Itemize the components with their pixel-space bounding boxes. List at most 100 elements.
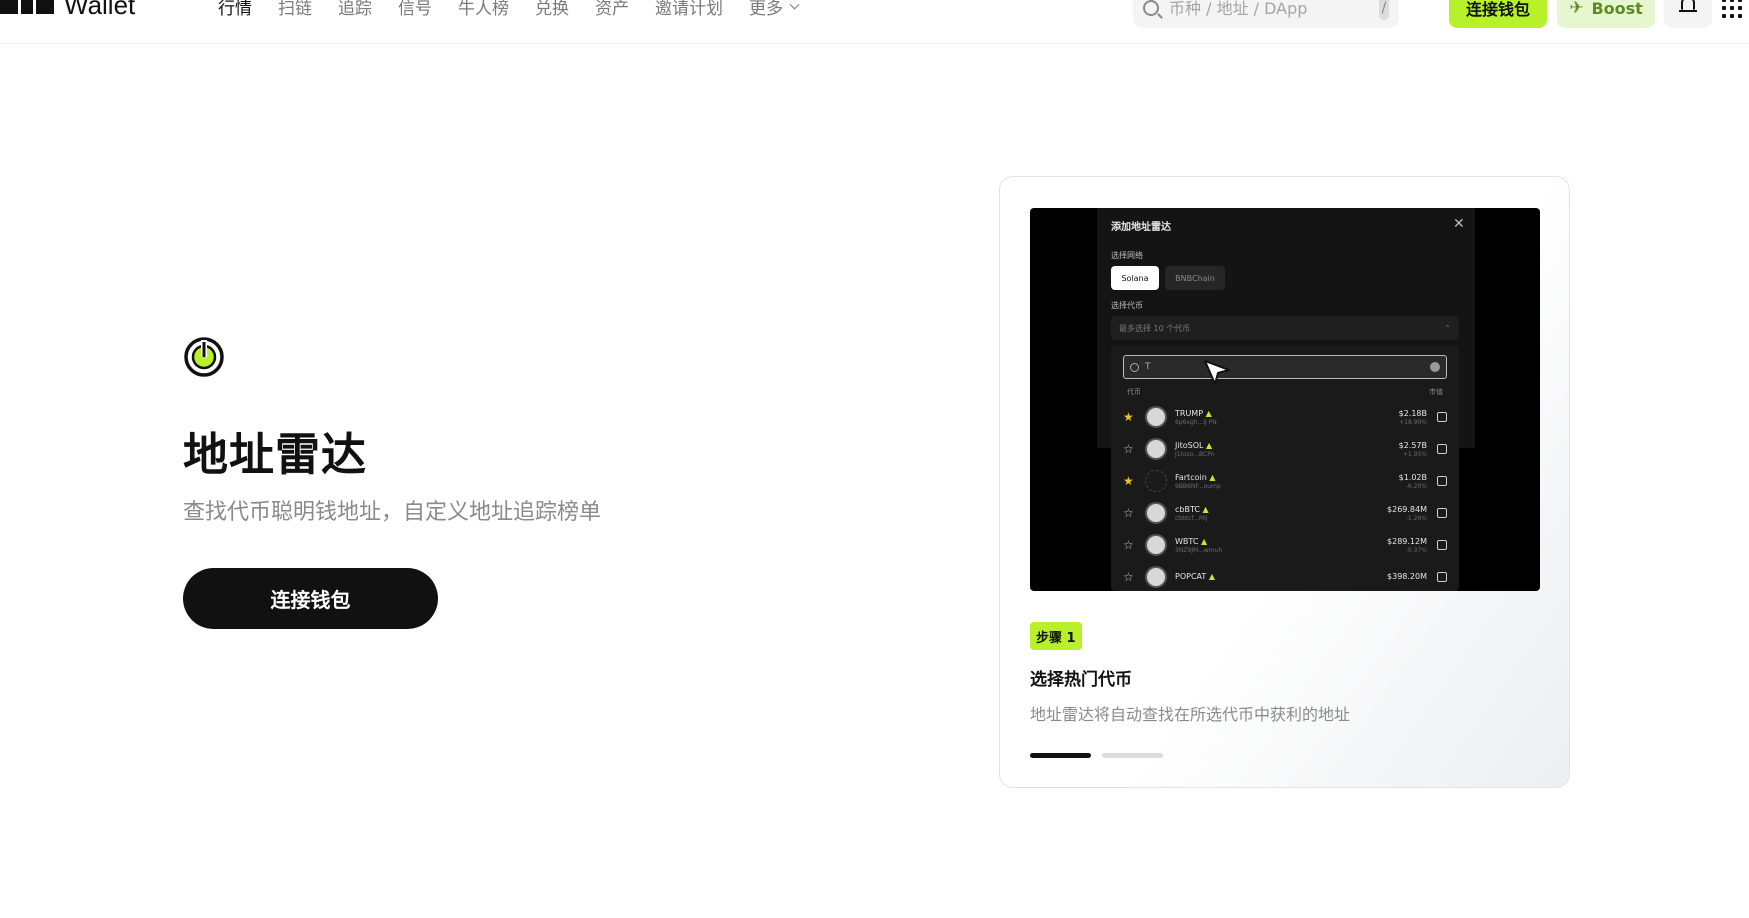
- okx-logo-icon: [0, 0, 54, 14]
- nav-item-leaderboard[interactable]: 牛人榜: [458, 0, 509, 19]
- boost-button[interactable]: ✈ Boost: [1557, 0, 1655, 28]
- hero-connect-wallet-button[interactable]: 连接钱包: [183, 568, 438, 629]
- list-item: ★ TRUMP ▲ 6p6xgh...iJ PN $2.18B +18.90%: [1123, 401, 1447, 433]
- token-avatar: [1145, 502, 1167, 524]
- search-icon: [1130, 362, 1139, 372]
- list-item: ☆ POPCAT ▲ $398.20M: [1123, 561, 1447, 591]
- token-name: TRUMP ▲: [1175, 408, 1212, 418]
- nav-item-swap[interactable]: 兑换: [535, 0, 569, 19]
- step-title: 选择热门代币: [1030, 670, 1132, 690]
- radar-icon: [184, 337, 224, 377]
- nav-item-track[interactable]: 追踪: [338, 0, 372, 19]
- search-shortcut-key: /: [1379, 0, 1389, 20]
- nav-item-scan[interactable]: 扫链: [278, 0, 312, 19]
- token-address: J1toso...BCPn: [1175, 450, 1215, 458]
- top-nav-bar: Wallet 行情 扫链 追踪 信号 牛人榜 兑换 资产 邀请计划 更多 / 连…: [0, 0, 1749, 44]
- nav-item-referral[interactable]: 邀请计划: [655, 0, 723, 19]
- step-preview-screenshot: 添加地址雷达 ✕ 选择网络 Solana BNBChain 选择代币 最多选择 …: [1030, 208, 1540, 591]
- logo-text: Wallet: [64, 0, 136, 20]
- token-avatar: [1145, 438, 1167, 460]
- token-address: cbbtcf...MiJ: [1175, 514, 1208, 522]
- preview-modal-title: 添加地址雷达: [1111, 222, 1171, 233]
- star-outline-icon: ☆: [1123, 538, 1134, 552]
- token-mcap: $1.02B: [1398, 472, 1427, 482]
- nav-item-signal[interactable]: 信号: [398, 0, 432, 19]
- grid-icon: [1722, 0, 1726, 2]
- token-mcap: $2.18B: [1398, 408, 1427, 418]
- step-indicator-2[interactable]: [1102, 753, 1163, 758]
- nav-item-market[interactable]: 行情: [218, 0, 252, 19]
- notifications-button[interactable]: [1664, 0, 1712, 28]
- close-icon: ✕: [1453, 216, 1465, 232]
- token-address: 6p6xgh...iJ PN: [1175, 418, 1217, 426]
- token-mcap: $2.57B: [1398, 440, 1427, 450]
- logo[interactable]: Wallet: [0, 0, 135, 20]
- nav-item-more[interactable]: 更多: [749, 0, 800, 19]
- chevron-up-icon: ⌃: [1444, 323, 1451, 333]
- star-icon: ★: [1123, 410, 1134, 424]
- preview-token-select: 最多选择 10 个代币 ⌃: [1111, 316, 1459, 340]
- token-change: -6.20%: [1405, 482, 1427, 490]
- preview-col-token: 代币: [1127, 388, 1141, 396]
- nav-item-assets[interactable]: 资产: [595, 0, 629, 19]
- preview-col-mcap: 市值: [1429, 388, 1443, 396]
- preview-network-chip: BNBChain: [1165, 266, 1225, 290]
- boost-label: Boost: [1591, 0, 1643, 18]
- search-box[interactable]: /: [1133, 0, 1399, 28]
- apps-menu-button[interactable]: [1722, 0, 1749, 28]
- token-change: -0.37%: [1405, 546, 1427, 554]
- chevron-down-icon: [789, 0, 800, 10]
- token-avatar: [1145, 470, 1167, 492]
- onboarding-card: 添加地址雷达 ✕ 选择网络 Solana BNBChain 选择代币 最多选择 …: [999, 176, 1570, 788]
- preview-token-dropdown: T 代币 市值 ★ TRUMP ▲ 6p6xgh...iJ PN $2.18B +1…: [1111, 345, 1459, 591]
- list-item: ☆ JitoSOL ▲ J1toso...BCPn $2.57B +1.95%: [1123, 433, 1447, 465]
- rocket-icon: ✈: [1569, 0, 1584, 18]
- token-change: +1.95%: [1402, 450, 1427, 458]
- list-item: ☆ cbBTC ▲ cbbtcf...MiJ $269.84M -1.26%: [1123, 497, 1447, 529]
- page-subtitle: 查找代币聪明钱地址，自定义地址追踪榜单: [183, 500, 602, 525]
- star-outline-icon: ☆: [1123, 442, 1134, 456]
- nav-item-more-label: 更多: [749, 0, 783, 19]
- main-nav: 行情 扫链 追踪 信号 牛人榜 兑换 资产 邀请计划 更多: [218, 0, 800, 19]
- page-title: 地址雷达: [183, 428, 368, 481]
- checkbox-icon: [1437, 540, 1447, 550]
- preview-network-chip: Solana: [1111, 266, 1159, 290]
- token-name: cbBTC ▲: [1175, 504, 1209, 514]
- checkbox-icon: [1437, 476, 1447, 486]
- list-item: ★ Fartcoin ▲ 9BB6NF...oump $1.02B -6.20%: [1123, 465, 1447, 497]
- token-mcap: $289.12M: [1387, 536, 1427, 546]
- token-change: +18.90%: [1399, 418, 1427, 426]
- token-name: POPCAT ▲: [1175, 572, 1215, 581]
- preview-search-value: T: [1145, 362, 1151, 372]
- checkbox-icon: [1437, 572, 1447, 582]
- connect-wallet-button[interactable]: 连接钱包: [1449, 0, 1547, 28]
- list-item: ☆ WBTC ▲ 3NZ9JM...wmuh $289.12M -0.37%: [1123, 529, 1447, 561]
- star-icon: ★: [1123, 474, 1134, 488]
- search-icon: [1143, 0, 1159, 16]
- token-name: Fartcoin ▲: [1175, 472, 1216, 482]
- checkbox-icon: [1437, 412, 1447, 422]
- clear-icon: [1430, 362, 1440, 372]
- star-outline-icon: ☆: [1123, 570, 1134, 584]
- preview-network-label: 选择网络: [1111, 251, 1143, 260]
- token-avatar: [1145, 534, 1167, 556]
- token-avatar: [1145, 406, 1167, 428]
- preview-search-field: T: [1123, 355, 1447, 379]
- token-name: JitoSOL ▲: [1175, 440, 1213, 450]
- step-badge: 步骤 1: [1030, 622, 1082, 650]
- checkbox-icon: [1437, 444, 1447, 454]
- step-description: 地址雷达将自动查找在所选代币中获利的地址: [1030, 705, 1351, 724]
- cursor-arrow-icon: [1204, 360, 1230, 385]
- checkbox-icon: [1437, 508, 1447, 518]
- preview-token-label: 选择代币: [1111, 301, 1143, 310]
- token-mcap: $398.20M: [1387, 572, 1427, 581]
- preview-token-placeholder: 最多选择 10 个代币: [1119, 323, 1191, 333]
- token-mcap: $269.84M: [1387, 504, 1427, 514]
- bell-icon: [1679, 0, 1697, 12]
- token-change: -1.26%: [1405, 514, 1427, 522]
- step-pagination: [1030, 753, 1163, 758]
- preview-list-header: 代币 市值: [1123, 387, 1447, 397]
- step-indicator-1[interactable]: [1030, 753, 1091, 758]
- token-name: WBTC ▲: [1175, 536, 1208, 546]
- search-input[interactable]: [1169, 0, 1369, 18]
